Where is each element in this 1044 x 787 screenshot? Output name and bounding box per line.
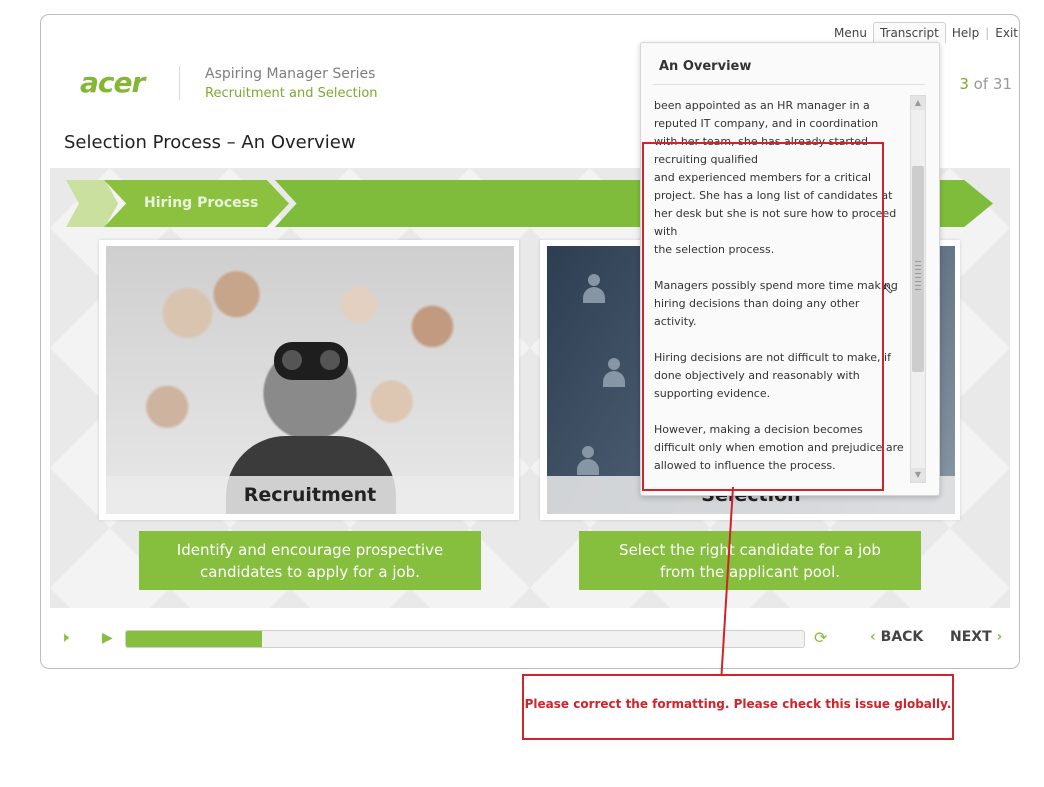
review-highlight-box: [642, 142, 884, 491]
recruitment-description-text: Identify and encourage prospective candi…: [176, 540, 444, 581]
back-label: BACK: [880, 629, 924, 645]
person-icon: [603, 358, 625, 388]
progress-bar[interactable]: [125, 630, 805, 648]
recruitment-image: [106, 246, 514, 514]
page-counter-current: 3: [959, 75, 969, 93]
scroll-up-icon[interactable]: ▲: [911, 96, 925, 110]
transcript-divider: [653, 84, 925, 85]
scroll-grip: [915, 261, 921, 291]
course-title: Recruitment and Selection: [205, 86, 378, 101]
next-button[interactable]: NEXT ›: [950, 629, 1002, 645]
chevron-left-icon: ‹: [870, 629, 876, 645]
replay-icon[interactable]: ⟳: [814, 628, 827, 647]
recruitment-caption: Recruitment: [106, 476, 514, 514]
page-title: Selection Process – An Overview: [64, 132, 356, 153]
review-comment-text: Please correct the formatting. Please ch…: [524, 697, 952, 711]
chevron-right-icon: ›: [996, 629, 1003, 645]
help-link[interactable]: Help: [946, 26, 985, 40]
player-controls: 🕨 ▶ ⟳ ‹ BACK NEXT ›: [50, 626, 1010, 650]
process-step-hiring: Hiring Process: [104, 180, 289, 227]
recruitment-card: Recruitment: [99, 240, 519, 520]
speaker-icon[interactable]: 🕨: [60, 630, 69, 646]
series-title: Aspiring Manager Series: [205, 66, 376, 82]
menu-link[interactable]: Menu: [828, 26, 873, 40]
person-icon: [583, 274, 605, 304]
transcript-scrollbar[interactable]: ▲ ▼: [910, 95, 926, 483]
play-icon[interactable]: ▶: [102, 630, 113, 646]
review-comment-box: Please correct the formatting. Please ch…: [522, 674, 954, 740]
transcript-title: An Overview: [659, 59, 752, 74]
acer-logo: acer: [80, 66, 145, 99]
process-step-label: Hiring Process: [144, 195, 259, 211]
recruitment-description: Identify and encourage prospective candi…: [139, 531, 481, 590]
binoculars-shape: [274, 342, 348, 380]
mouse-cursor-icon: ⬁: [882, 281, 894, 297]
header-divider: [179, 66, 180, 100]
selection-description: Select the right candidate for a job fro…: [579, 531, 921, 590]
transcript-tab[interactable]: Transcript: [872, 22, 946, 43]
page-counter: 3 of 31: [959, 75, 1012, 93]
scroll-down-icon[interactable]: ▼: [911, 468, 925, 482]
progress-fill: [126, 631, 262, 647]
back-button[interactable]: ‹ BACK: [870, 629, 923, 645]
next-label: NEXT: [950, 629, 992, 645]
exit-link[interactable]: Exit: [989, 26, 1024, 40]
scroll-thumb[interactable]: [912, 166, 924, 372]
selection-description-text: Select the right candidate for a job fro…: [619, 540, 881, 581]
top-menu: Menu Transcript Help | Exit: [828, 22, 1024, 43]
page-counter-total: of 31: [968, 75, 1012, 93]
person-icon: [577, 446, 599, 476]
